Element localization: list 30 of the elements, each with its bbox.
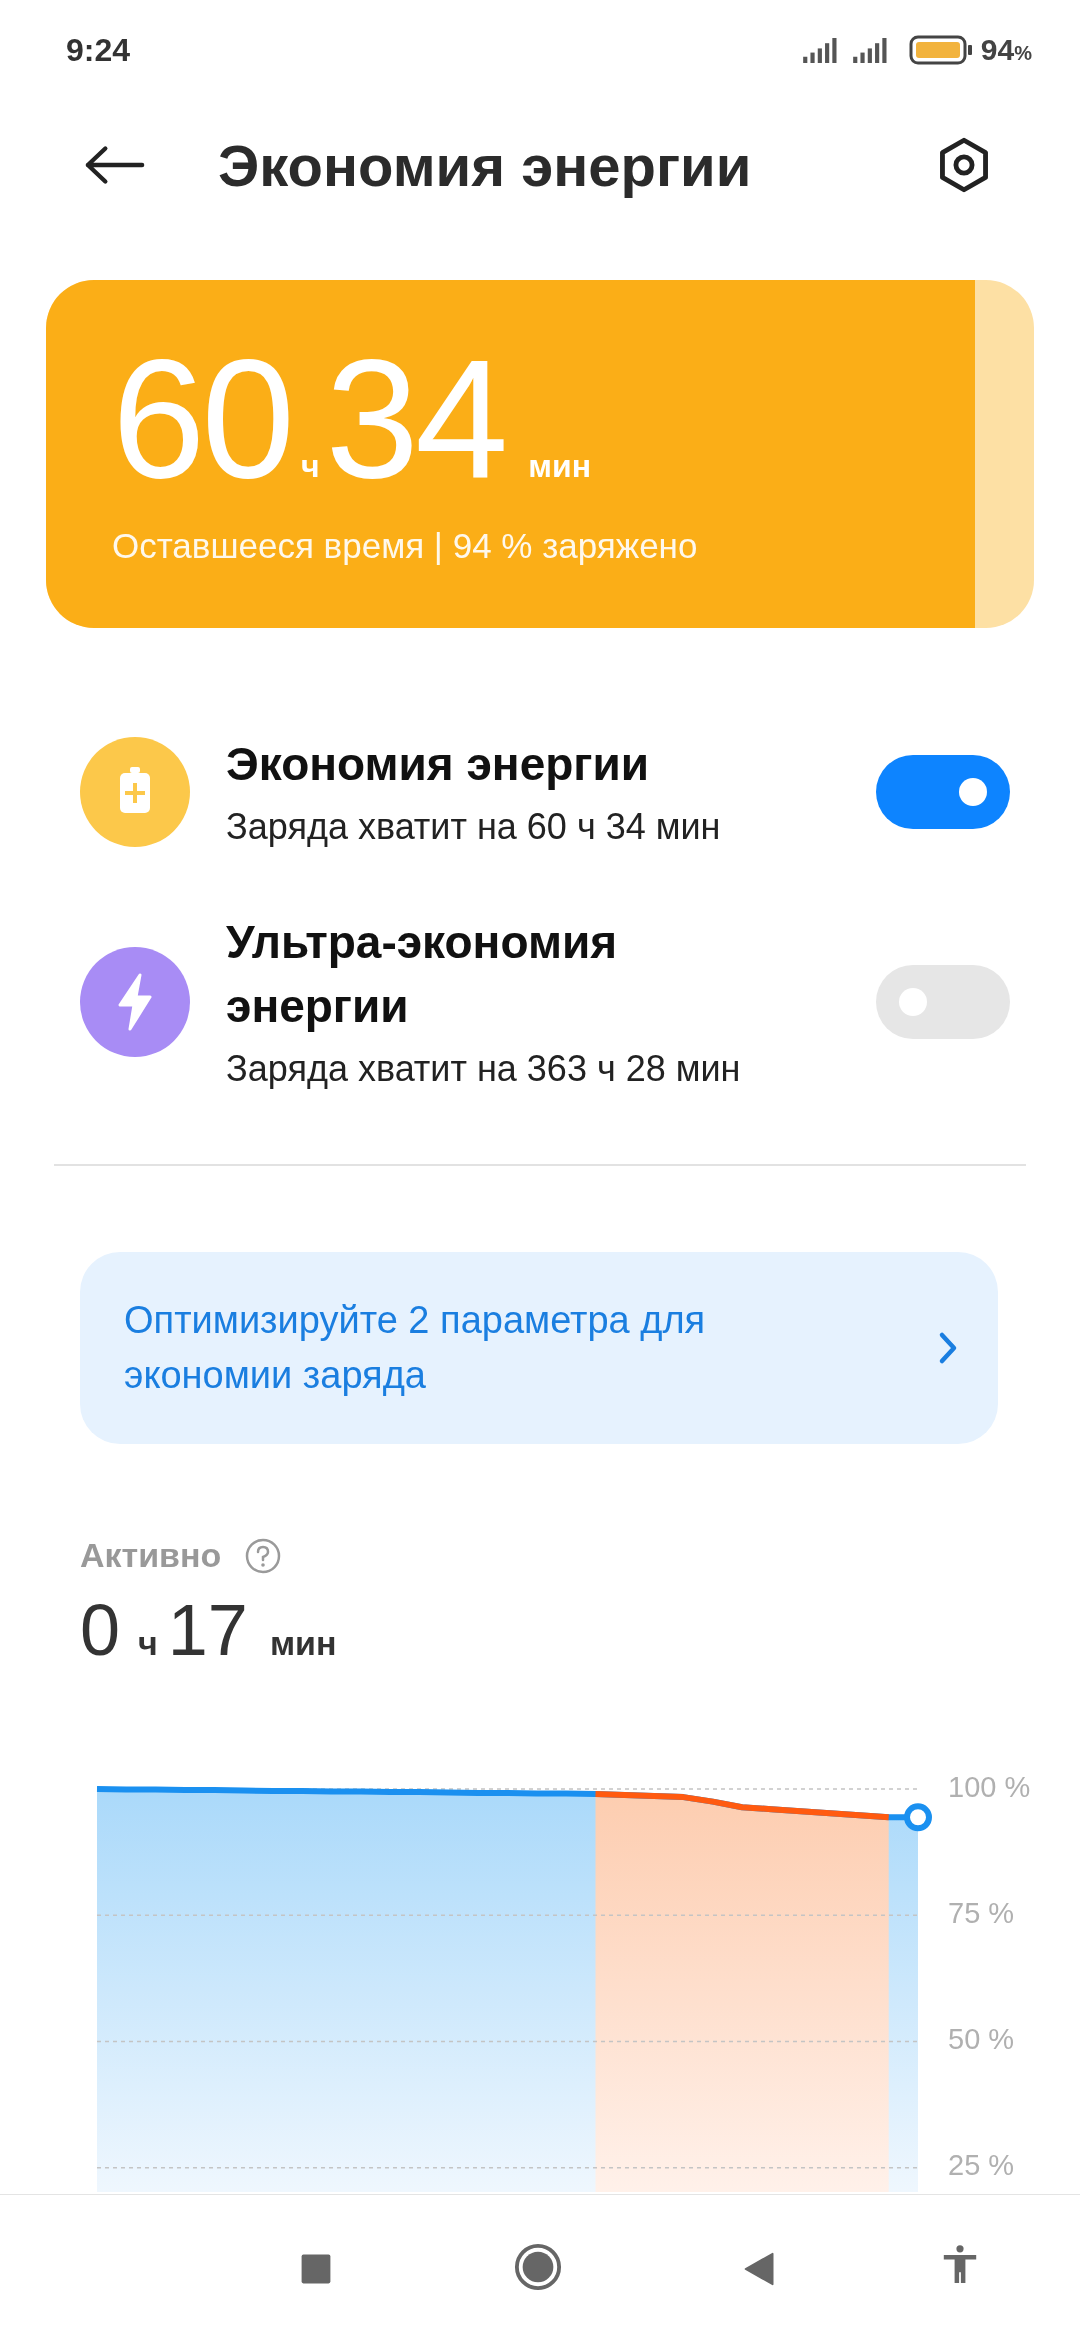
optimize-banner[interactable]: Оптимизируйте 2 параметра для экономии заряда xyxy=(80,1252,998,1444)
home-icon[interactable] xyxy=(514,2243,562,2291)
active-minutes-unit: мин xyxy=(269,1624,337,1663)
minutes-value: 34 xyxy=(325,334,505,504)
battery-percent: 94% xyxy=(980,33,1032,67)
status-time: 9:24 xyxy=(66,31,131,69)
help-icon[interactable] xyxy=(245,1537,282,1574)
mode-subtitle: Заряда хватит на 363 ч 28 мин xyxy=(226,1047,742,1091)
mode-subtitle: Заряда хватит на 60 ч 34 мин xyxy=(226,805,722,849)
y-axis-label: 25 % xyxy=(948,2149,1015,2182)
active-minutes: 17 xyxy=(167,1589,248,1672)
settings-icon[interactable] xyxy=(938,137,990,193)
y-axis-label: 50 % xyxy=(948,2023,1015,2056)
page-title: Экономия энергии xyxy=(218,131,753,199)
mode-title: Ультра-экономия энергии xyxy=(226,915,619,1034)
remaining-caption: Оставшееся время | 94 % заряжено xyxy=(112,526,699,566)
y-axis-label: 100 % xyxy=(948,1770,1031,1803)
minutes-unit: мин xyxy=(528,448,591,485)
battery-icon xyxy=(908,35,973,65)
mode-title: Экономия энергии xyxy=(226,737,651,792)
back-arrow-icon[interactable] xyxy=(84,145,146,185)
y-axis-label: 75 % xyxy=(948,1896,1015,1929)
hours-value: 60 xyxy=(112,334,291,504)
active-hours: 0 xyxy=(80,1589,121,1672)
active-label: Активно xyxy=(80,1536,222,1575)
chevron-right-icon xyxy=(938,1331,958,1365)
hours-unit: ч xyxy=(300,448,320,485)
optimize-text: Оптимизируйте 2 параметра для экономии заряда xyxy=(124,1298,707,1398)
chart-end-point xyxy=(904,1803,932,1832)
active-hours-unit: ч xyxy=(138,1624,158,1663)
